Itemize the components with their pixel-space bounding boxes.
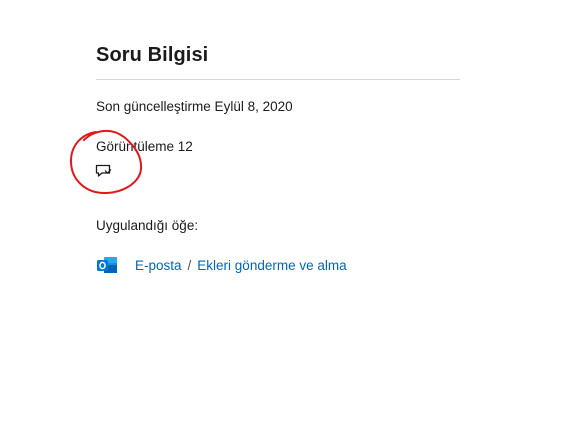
red-circle-annotation (69, 129, 143, 195)
breadcrumb-separator: / (187, 257, 192, 273)
applies-to-label: Uygulandığı öğe: (96, 218, 199, 233)
breadcrumb-link-attachments[interactable]: Ekleri gönderme ve alma (197, 258, 346, 273)
last-updated-text: Son güncelleştirme Eylül 8, 2020 (96, 99, 293, 114)
breadcrumb-link-email[interactable]: E-posta (135, 258, 182, 273)
title-divider (96, 79, 460, 80)
page-title: Soru Bilgisi (96, 44, 209, 66)
breadcrumb: E-posta / Ekleri gönderme ve alma (96, 254, 347, 276)
outlook-icon (97, 257, 117, 273)
question-info-panel: Soru Bilgisi Son güncelleştirme Eylül 8,… (0, 0, 585, 424)
